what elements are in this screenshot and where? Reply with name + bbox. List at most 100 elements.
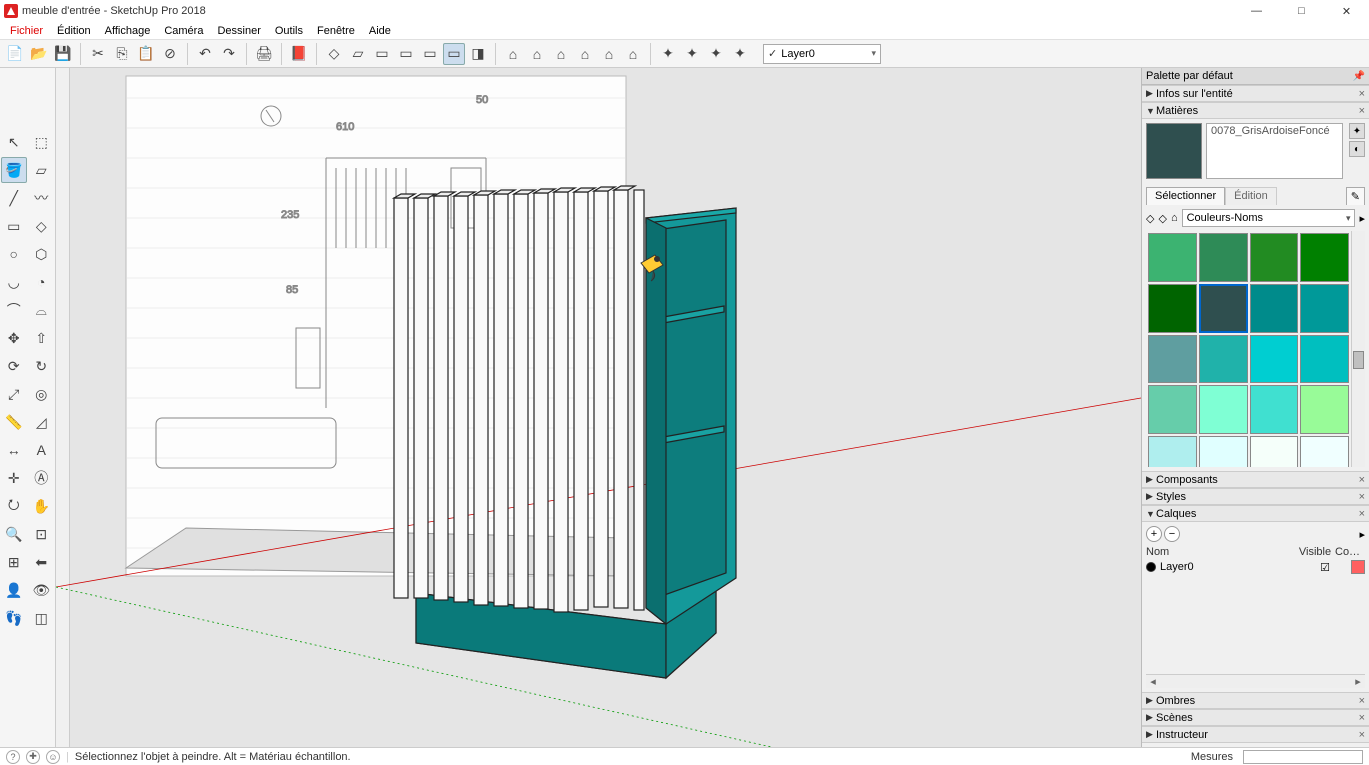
panel-head-components[interactable]: ▶Composants×	[1142, 471, 1369, 488]
layers-menu-icon[interactable]: ▸	[1359, 528, 1365, 541]
tab-select[interactable]: Sélectionner	[1146, 187, 1225, 205]
layers-h-scrollbar[interactable]: ◂▸	[1146, 674, 1365, 688]
move-tool[interactable]: ✥	[1, 325, 27, 351]
model-canvas[interactable]: 235 85 610 50	[56, 68, 1141, 747]
color-swatch[interactable]	[1199, 284, 1248, 333]
color-swatch[interactable]	[1199, 436, 1248, 467]
menu-dessiner[interactable]: Dessiner	[211, 24, 266, 38]
line-tool[interactable]: ╱	[1, 185, 27, 211]
color-swatch[interactable]	[1199, 233, 1248, 282]
eraser[interactable]: ▱	[29, 157, 55, 183]
print[interactable]: 🖨	[253, 43, 275, 65]
followme-tool[interactable]: ↻	[29, 353, 55, 379]
default-material-icon[interactable]: ◐	[1349, 141, 1365, 157]
rotate-tool[interactable]: ⟳	[1, 353, 27, 379]
text-tool[interactable]: A	[29, 437, 55, 463]
offset-tool[interactable]: ◎	[29, 381, 55, 407]
home-icon[interactable]: ⌂	[1171, 212, 1178, 224]
color-swatch[interactable]	[1250, 335, 1299, 384]
color-swatch[interactable]	[1199, 335, 1248, 384]
color-swatch[interactable]	[1148, 385, 1197, 434]
panel-head-styles[interactable]: ▶Styles×	[1142, 488, 1369, 505]
axes-tool[interactable]: ✛	[1, 465, 27, 491]
ext-4[interactable]: ✦	[729, 43, 751, 65]
look-around[interactable]: 👁	[29, 577, 55, 603]
ext-1[interactable]: ✦	[657, 43, 679, 65]
eyedropper-icon[interactable]: ✎	[1346, 187, 1365, 205]
maximize-button[interactable]: □	[1279, 0, 1324, 22]
house-3[interactable]: ⌂	[550, 43, 572, 65]
panel-head-scenes[interactable]: ▶Scènes×	[1142, 709, 1369, 726]
color-swatch[interactable]	[1300, 233, 1349, 282]
rectangle-tool[interactable]: ▭	[1, 213, 27, 239]
add-layer-icon[interactable]: +	[1146, 526, 1162, 542]
undo[interactable]: ↶	[194, 43, 216, 65]
color-swatch[interactable]	[1250, 385, 1299, 434]
paste[interactable]: 📋	[135, 43, 157, 65]
material-library-combo[interactable]: Couleurs-Noms▾	[1182, 209, 1356, 227]
menu-édition[interactable]: Édition	[51, 24, 97, 38]
model-info[interactable]: 📕	[288, 43, 310, 65]
3dtext-tool[interactable]: Ⓐ	[29, 465, 55, 491]
layer-row[interactable]: Layer0 ☑	[1146, 560, 1365, 574]
color-swatch[interactable]	[1148, 233, 1197, 282]
minimize-button[interactable]: ―	[1234, 0, 1279, 22]
panel-head-instructor[interactable]: ▶Instructeur×	[1142, 726, 1369, 743]
layer-visible-checkbox[interactable]: ☑	[1305, 561, 1345, 574]
viewport-3d[interactable]: 235 85 610 50	[56, 68, 1141, 747]
current-material-swatch[interactable]	[1146, 123, 1202, 179]
help-icon[interactable]: ?	[6, 750, 20, 764]
menu-fenêtre[interactable]: Fenêtre	[311, 24, 361, 38]
color-swatch[interactable]	[1148, 436, 1197, 467]
open-file[interactable]: 📂	[28, 43, 50, 65]
tab-edit[interactable]: Édition	[1225, 187, 1277, 205]
material-name-field[interactable]: 0078_GrisArdoiseFoncé	[1206, 123, 1343, 179]
geo-icon[interactable]: ✚	[26, 750, 40, 764]
walk-tool[interactable]: 👣	[1, 605, 27, 631]
right-view[interactable]: ▭	[443, 43, 465, 65]
panel-head-materials[interactable]: ▼ Matières ×	[1142, 102, 1369, 119]
protractor-tool[interactable]: ◿	[29, 409, 55, 435]
color-swatch[interactable]	[1300, 436, 1349, 467]
user-icon[interactable]: ☺	[46, 750, 60, 764]
house-6[interactable]: ⌂	[622, 43, 644, 65]
menu-affichage[interactable]: Affichage	[99, 24, 157, 38]
color-swatch[interactable]	[1199, 385, 1248, 434]
house-5[interactable]: ⌂	[598, 43, 620, 65]
nav-fwd-icon[interactable]: ◇	[1158, 212, 1166, 225]
panel-head-layers[interactable]: ▼Calques×	[1142, 505, 1369, 522]
scale-tool[interactable]: ⤢	[1, 381, 27, 407]
back-view[interactable]: ▭	[395, 43, 417, 65]
layer-color-swatch[interactable]	[1351, 560, 1365, 574]
house-4[interactable]: ⌂	[574, 43, 596, 65]
house-2[interactable]: ⌂	[526, 43, 548, 65]
pushpull-tool[interactable]: ⇧	[29, 325, 55, 351]
close-icon[interactable]: ×	[1359, 105, 1365, 117]
pin-icon[interactable]: 📌	[1353, 71, 1365, 82]
dim-tool[interactable]: ↔	[1, 437, 27, 463]
paint-bucket[interactable]: 🪣	[1, 157, 27, 183]
color-swatch[interactable]	[1148, 335, 1197, 384]
layer-selector[interactable]: ✓Layer0▾	[763, 44, 881, 64]
library-menu-icon[interactable]: ▸	[1359, 212, 1365, 225]
swatch-scrollbar[interactable]	[1351, 231, 1365, 467]
active-layer-radio[interactable]	[1146, 562, 1156, 572]
front-view[interactable]: ▭	[371, 43, 393, 65]
tape-tool[interactable]: 📏	[1, 409, 27, 435]
nav-back-icon[interactable]: ◇	[1146, 212, 1154, 225]
tray-title[interactable]: Palette par défaut 📌	[1142, 68, 1369, 85]
arc3-tool[interactable]: ⌒	[1, 297, 27, 323]
copy[interactable]: ⎘	[111, 43, 133, 65]
arc4-tool[interactable]: ⌓	[29, 297, 55, 323]
menu-fichier[interactable]: Fichier	[4, 24, 49, 38]
measures-input[interactable]	[1243, 750, 1363, 764]
menu-outils[interactable]: Outils	[269, 24, 309, 38]
prev-view-tool[interactable]: ⬅	[29, 549, 55, 575]
color-swatch[interactable]	[1300, 284, 1349, 333]
top-view[interactable]: ▱	[347, 43, 369, 65]
color-swatch[interactable]	[1300, 335, 1349, 384]
create-material-icon[interactable]: ✦	[1349, 123, 1365, 139]
panel-head-shadows[interactable]: ▶Ombres×	[1142, 692, 1369, 709]
remove-layer-icon[interactable]: −	[1164, 526, 1180, 542]
pie-tool[interactable]: ◔	[29, 269, 55, 295]
